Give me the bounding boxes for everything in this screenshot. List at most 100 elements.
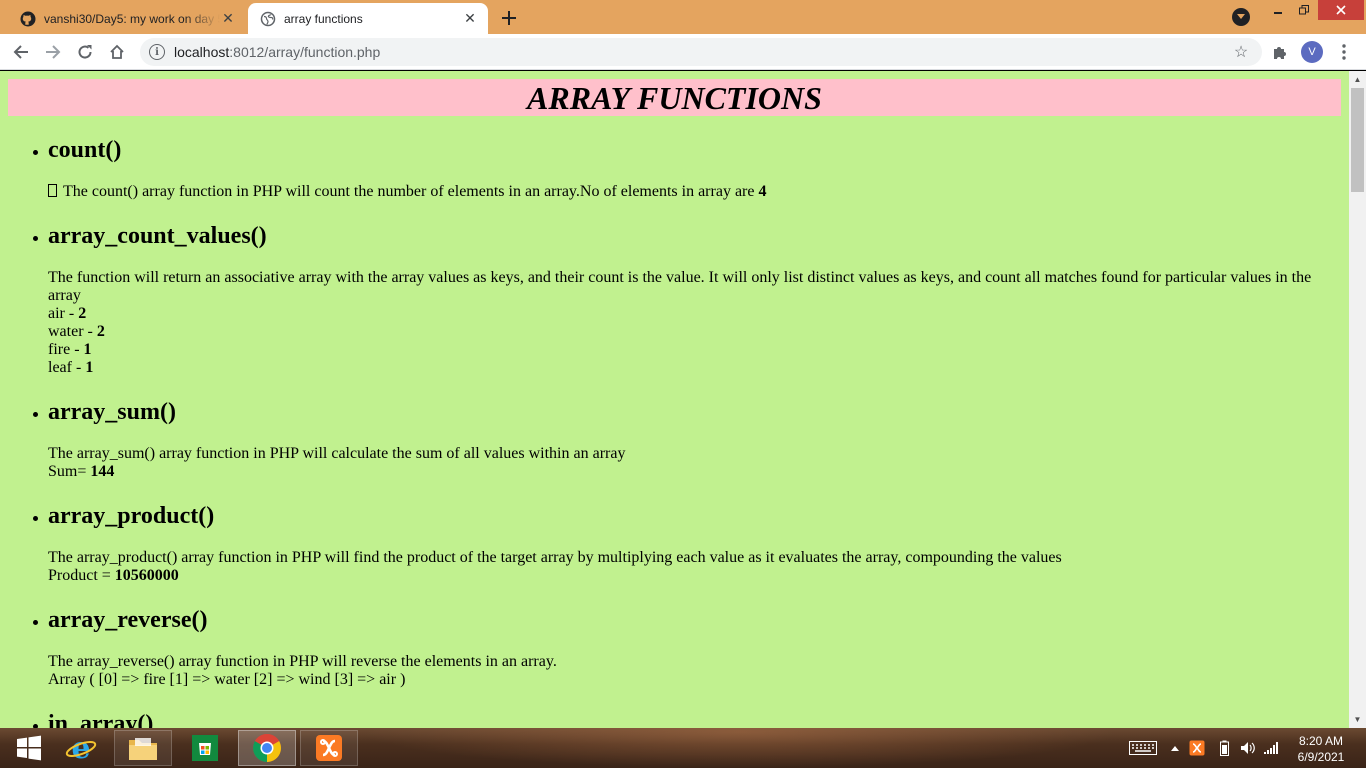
description: The array_reverse() array function in PH… — [48, 653, 557, 670]
store-button[interactable] — [176, 730, 234, 766]
scroll-up-arrow-icon[interactable]: ▲ — [1349, 71, 1366, 88]
chevron-down-icon — [1237, 14, 1245, 19]
chrome-button[interactable] — [238, 730, 296, 766]
file-explorer-button[interactable] — [114, 730, 172, 766]
section-body: The count() array function in PHP will c… — [48, 183, 1328, 201]
function-list: count() The count() array function in PH… — [33, 135, 1328, 728]
url-text[interactable]: localhost:8012/array/function.php — [174, 44, 1230, 60]
xampp-icon — [1189, 740, 1205, 756]
tab-search-button[interactable] — [1232, 8, 1250, 26]
page-viewport: ARRAY FUNCTIONS count() The count() arra… — [0, 71, 1349, 728]
window-close-button[interactable] — [1318, 0, 1364, 20]
touch-keyboard-button[interactable] — [1126, 728, 1160, 768]
list-item-count: count() The count() array function in PH… — [33, 135, 1328, 201]
description: The function will return an associative … — [48, 269, 1312, 304]
section-body: The array_product() array function in PH… — [48, 549, 1328, 585]
result-line: Product = 10560000 — [48, 567, 179, 584]
section-body: The array_reverse() array function in PH… — [48, 653, 1328, 689]
description: The array_product() array function in PH… — [48, 549, 1062, 566]
taskbar-wallpaper — [360, 728, 1120, 768]
folder-icon — [129, 738, 157, 760]
network-button[interactable] — [1262, 728, 1282, 768]
reload-button[interactable] — [72, 39, 98, 65]
store-icon — [192, 735, 218, 761]
chrome-icon — [253, 734, 281, 762]
extensions-button[interactable] — [1267, 39, 1293, 65]
scrollbar-thumb[interactable] — [1351, 88, 1364, 192]
home-button[interactable] — [104, 39, 130, 65]
new-tab-button[interactable] — [496, 6, 522, 30]
page-header-banner: ARRAY FUNCTIONS — [8, 79, 1341, 116]
clock-time: 8:20 AM — [1298, 734, 1344, 748]
list-item-array-product: array_product() The array_product() arra… — [33, 501, 1328, 585]
arrow-right-icon — [46, 45, 61, 59]
vertical-scrollbar[interactable]: ▲ ▼ — [1349, 71, 1366, 728]
list-item-array-reverse: array_reverse() The array_reverse() arra… — [33, 605, 1328, 689]
value-count-row: fire - 1 — [48, 341, 92, 358]
url-host: localhost — [174, 44, 230, 60]
github-icon — [20, 11, 36, 27]
battery-button[interactable] — [1216, 728, 1232, 768]
section-title: array_sum() — [48, 399, 176, 425]
puzzle-icon — [1274, 47, 1286, 59]
signal-bars-icon — [1264, 742, 1278, 754]
close-icon[interactable]: ✕ — [220, 10, 236, 27]
value-count-row: water - 2 — [48, 323, 105, 340]
scroll-down-arrow-icon[interactable]: ▼ — [1349, 711, 1366, 728]
description: The count() array function in PHP will c… — [48, 183, 1328, 201]
tab-title: vanshi30/Day5: my work on day 5 — [44, 11, 220, 26]
result-line: Array ( [0] => fire [1] => water [2] => … — [48, 671, 406, 688]
forward-button[interactable] — [40, 39, 66, 65]
menu-button[interactable] — [1331, 39, 1357, 65]
svg-text:e: e — [71, 732, 90, 764]
tab-github[interactable]: vanshi30/Day5: my work on day 5 ✕ — [8, 3, 246, 34]
volume-button[interactable] — [1238, 728, 1258, 768]
reload-icon — [78, 45, 92, 59]
battery-icon — [1219, 740, 1229, 756]
kebab-menu-icon — [1342, 44, 1346, 60]
tab-strip: vanshi30/Day5: my work on day 5 ✕ array … — [0, 0, 1366, 34]
restore-button[interactable] — [1292, 0, 1316, 20]
globe-icon — [260, 11, 276, 27]
address-bar[interactable]: i localhost:8012/array/function.php ☆ — [140, 38, 1262, 66]
windows-taskbar: e 8:20 AM 6/9/2021 — [0, 728, 1366, 768]
page-title: ARRAY FUNCTIONS — [527, 79, 822, 116]
close-icon — [1336, 5, 1346, 15]
chevron-up-icon — [1171, 746, 1179, 751]
list-item-in-array: in_array() — [33, 709, 1328, 728]
list-item-array-count-values: array_count_values() The function will r… — [33, 221, 1328, 377]
back-button[interactable] — [8, 39, 34, 65]
missing-glyph-icon — [48, 184, 57, 197]
internet-explorer-icon: e — [65, 732, 97, 764]
plus-icon — [502, 11, 516, 25]
avatar: V — [1301, 41, 1323, 63]
system-clock[interactable]: 8:20 AM 6/9/2021 — [1290, 733, 1352, 765]
section-title: array_product() — [48, 503, 215, 529]
start-button[interactable] — [0, 730, 58, 766]
minimize-button[interactable] — [1266, 0, 1290, 20]
count-value: 4 — [758, 183, 767, 200]
browser-toolbar: i localhost:8012/array/function.php ☆ V — [0, 34, 1366, 70]
url-path: :8012/array/function.php — [229, 44, 381, 60]
windows-logo-icon — [17, 735, 41, 761]
tab-array-functions[interactable]: array functions ✕ — [248, 3, 488, 34]
close-icon[interactable]: ✕ — [462, 10, 478, 27]
info-icon[interactable]: i — [149, 44, 165, 60]
xampp-icon — [316, 735, 342, 761]
show-hidden-icons-button[interactable] — [1168, 728, 1182, 768]
section-title: count() — [48, 137, 122, 163]
speaker-icon — [1241, 742, 1255, 754]
restore-icon — [1299, 5, 1309, 15]
xampp-tray-button[interactable] — [1187, 728, 1207, 768]
bookmark-star-icon[interactable]: ☆ — [1230, 41, 1252, 63]
value-count-row: air - 2 — [48, 305, 87, 322]
minimize-icon — [1274, 12, 1282, 14]
section-title: array_count_values() — [48, 223, 267, 249]
arrow-left-icon — [13, 45, 28, 59]
internet-explorer-button[interactable]: e — [52, 730, 110, 766]
xampp-button[interactable] — [300, 730, 358, 766]
list-item-array-sum: array_sum() The array_sum() array functi… — [33, 397, 1328, 481]
section-body: The array_sum() array function in PHP wi… — [48, 445, 1328, 481]
profile-button[interactable]: V — [1299, 39, 1325, 65]
section-title: in_array() — [48, 711, 154, 728]
